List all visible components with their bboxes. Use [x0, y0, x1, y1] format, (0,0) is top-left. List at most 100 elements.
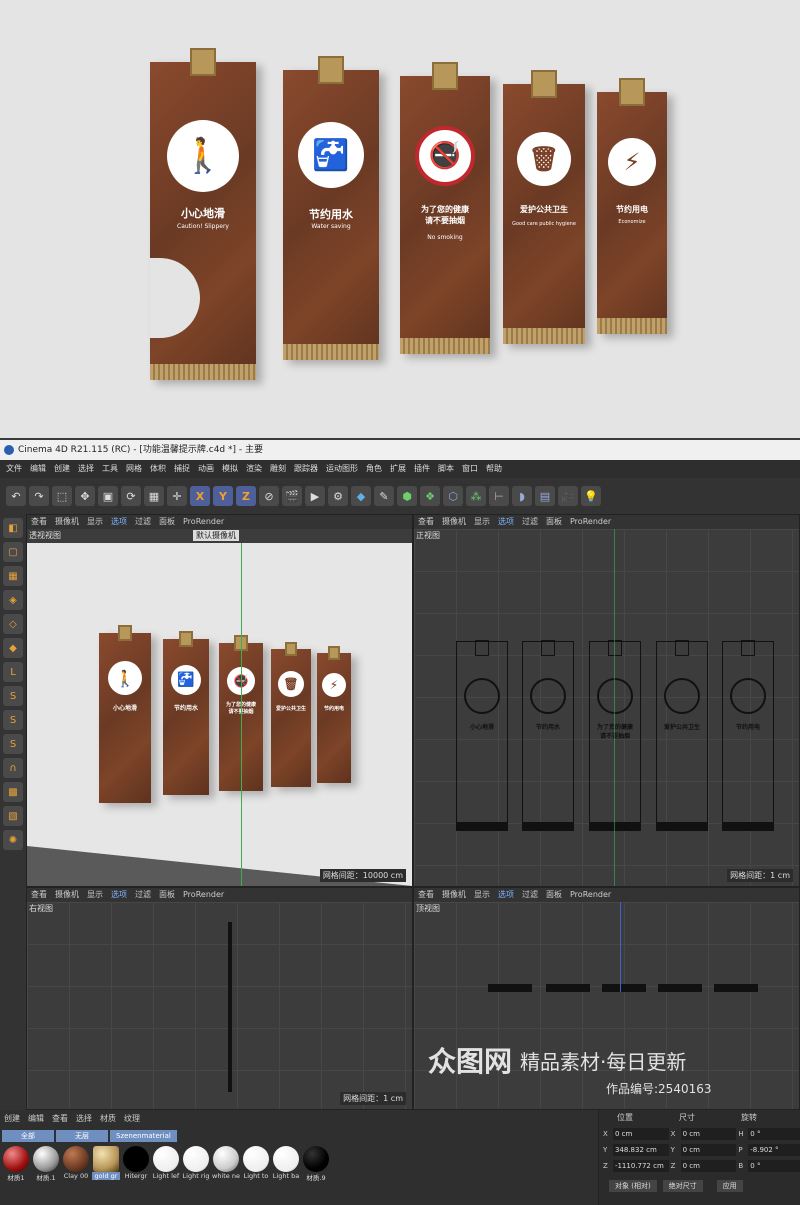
menu-character[interactable]: 角色 — [366, 460, 382, 478]
vp-menu-panel[interactable]: 面板 — [159, 515, 175, 529]
tab-scene-material[interactable]: Szenenmaterial — [110, 1130, 177, 1142]
size-z-input[interactable]: 0 cm — [680, 1160, 737, 1172]
vp-menu-filter[interactable]: 过滤 — [135, 515, 151, 529]
points-mode-icon[interactable]: ◈ — [3, 590, 23, 610]
render-view-icon[interactable]: ▶ — [305, 486, 325, 506]
vp-menu-panel[interactable]: 面板 — [159, 888, 175, 902]
vp-menu-view[interactable]: 查看 — [418, 888, 434, 902]
grid-mode-icon[interactable]: ▩ — [3, 782, 23, 802]
vp-menu-prorender[interactable]: ProRender — [183, 515, 224, 529]
cloner-icon[interactable]: ❖ — [420, 486, 440, 506]
mat-menu-view[interactable]: 查看 — [52, 1113, 68, 1124]
menu-volume[interactable]: 体积 — [150, 460, 166, 478]
menu-edit[interactable]: 编辑 — [30, 460, 46, 478]
undo-icon[interactable]: ↶ — [6, 486, 26, 506]
edges-mode-icon[interactable]: ◇ — [3, 614, 23, 634]
size-x-input[interactable]: 0 cm — [680, 1128, 737, 1140]
effector-icon[interactable]: ◗ — [512, 486, 532, 506]
select-icon[interactable]: ⬚ — [52, 486, 72, 506]
workplane-icon[interactable]: S — [3, 734, 23, 754]
menu-window[interactable]: 窗口 — [462, 460, 478, 478]
vp-menu-display[interactable]: 显示 — [87, 888, 103, 902]
menu-script[interactable]: 脚本 — [438, 460, 454, 478]
move-axis-icon[interactable]: ✛ — [167, 486, 187, 506]
menu-sculpt[interactable]: 雕刻 — [270, 460, 286, 478]
vp-menu-filter[interactable]: 过滤 — [522, 888, 538, 902]
viewport-right[interactable]: 查看 摄像机 显示 选项 过滤 面板 ProRender 右视图 网格间距：1 … — [26, 887, 413, 1110]
paint-icon[interactable]: ✺ — [3, 830, 23, 850]
position-y-input[interactable]: 348.832 cm — [612, 1144, 669, 1156]
menu-mograph[interactable]: 运动图形 — [326, 460, 358, 478]
material-item[interactable]: white ne — [212, 1146, 240, 1182]
pen-icon[interactable]: ✎ — [374, 486, 394, 506]
menu-render[interactable]: 渲染 — [246, 460, 262, 478]
snap-icon[interactable]: S — [3, 686, 23, 706]
vp-menu-display[interactable]: 显示 — [87, 515, 103, 529]
material-item[interactable]: 材质.9 — [302, 1146, 330, 1182]
vp-menu-display[interactable]: 显示 — [474, 888, 490, 902]
camera-label[interactable]: 默认摄像机 — [193, 530, 239, 541]
mat-menu-select[interactable]: 选择 — [76, 1113, 92, 1124]
vp-menu-camera[interactable]: 摄像机 — [55, 515, 79, 529]
menu-plugins[interactable]: 插件 — [414, 460, 430, 478]
material-item[interactable]: 材质.1 — [32, 1146, 60, 1182]
vp-menu-panel[interactable]: 面板 — [546, 515, 562, 529]
size-y-input[interactable]: 0 cm — [680, 1144, 737, 1156]
viewport-front[interactable]: 查看 摄像机 显示 选项 过滤 面板 ProRender 小心地滑 节约用水 为… — [413, 514, 800, 887]
vp-menu-camera[interactable]: 摄像机 — [442, 515, 466, 529]
y-axis-icon[interactable]: Y — [213, 486, 233, 506]
menu-snap[interactable]: 捕捉 — [174, 460, 190, 478]
position-x-input[interactable]: 0 cm — [612, 1128, 669, 1140]
model-mode-icon[interactable]: ▢ — [3, 542, 23, 562]
menu-select[interactable]: 选择 — [78, 460, 94, 478]
material-item[interactable]: 材质1 — [2, 1146, 30, 1182]
x-axis-icon[interactable]: X — [190, 486, 210, 506]
floor-icon[interactable]: ▤ — [535, 486, 555, 506]
menu-simulate[interactable]: 模拟 — [222, 460, 238, 478]
vp-menu-prorender[interactable]: ProRender — [570, 515, 611, 529]
mat-menu-texture[interactable]: 纹理 — [124, 1113, 140, 1124]
vp-menu-display[interactable]: 显示 — [474, 515, 490, 529]
cube-icon[interactable]: ◆ — [351, 486, 371, 506]
make-editable-icon[interactable]: ◧ — [3, 518, 23, 538]
vp-menu-view[interactable]: 查看 — [31, 515, 47, 529]
magnet-icon[interactable]: ∩ — [3, 758, 23, 778]
vp-menu-options[interactable]: 选项 — [498, 515, 514, 529]
menu-tracker[interactable]: 跟踪器 — [294, 460, 318, 478]
snap-settings-icon[interactable]: S — [3, 710, 23, 730]
redo-icon[interactable]: ↷ — [29, 486, 49, 506]
vp-menu-options[interactable]: 选项 — [111, 515, 127, 529]
material-item[interactable]: Clay 00 — [62, 1146, 90, 1182]
polygons-mode-icon[interactable]: ◆ — [3, 638, 23, 658]
apply-button[interactable]: 应用 — [716, 1180, 743, 1192]
mat-menu-edit[interactable]: 编辑 — [28, 1113, 44, 1124]
texture-mode-icon[interactable]: ▦ — [3, 566, 23, 586]
light-icon[interactable]: 💡 — [581, 486, 601, 506]
menu-mesh[interactable]: 网格 — [126, 460, 142, 478]
vp-menu-filter[interactable]: 过滤 — [522, 515, 538, 529]
rotation-p-input[interactable]: -8.902 ° — [748, 1144, 800, 1156]
move-icon[interactable]: ✥ — [75, 486, 95, 506]
coordinate-mode-select[interactable]: 对象 (相对) — [609, 1180, 657, 1192]
material-item[interactable]: Hitergr — [122, 1146, 150, 1182]
vp-menu-prorender[interactable]: ProRender — [183, 888, 224, 902]
scale-icon[interactable]: ▣ — [98, 486, 118, 506]
camera-icon[interactable]: 🎥 — [558, 486, 578, 506]
material-item[interactable]: Light to — [242, 1146, 270, 1182]
rotation-b-input[interactable]: 0 ° — [748, 1160, 800, 1172]
vp-menu-panel[interactable]: 面板 — [546, 888, 562, 902]
material-item[interactable]: Light rig — [182, 1146, 210, 1182]
vp-menu-filter[interactable]: 过滤 — [135, 888, 151, 902]
rotate-icon[interactable]: ⟳ — [121, 486, 141, 506]
menu-create[interactable]: 创建 — [54, 460, 70, 478]
vp-menu-view[interactable]: 查看 — [418, 515, 434, 529]
vp-menu-camera[interactable]: 摄像机 — [442, 888, 466, 902]
rotation-h-input[interactable]: 0 ° — [748, 1128, 800, 1140]
vp-menu-options[interactable]: 选项 — [498, 888, 514, 902]
material-item[interactable]: gold gr — [92, 1146, 120, 1182]
vp-menu-options[interactable]: 选项 — [111, 888, 127, 902]
coord-system-icon[interactable]: ⊘ — [259, 486, 279, 506]
vp-menu-view[interactable]: 查看 — [31, 888, 47, 902]
menu-animate[interactable]: 动画 — [198, 460, 214, 478]
mat-menu-create[interactable]: 创建 — [4, 1113, 20, 1124]
